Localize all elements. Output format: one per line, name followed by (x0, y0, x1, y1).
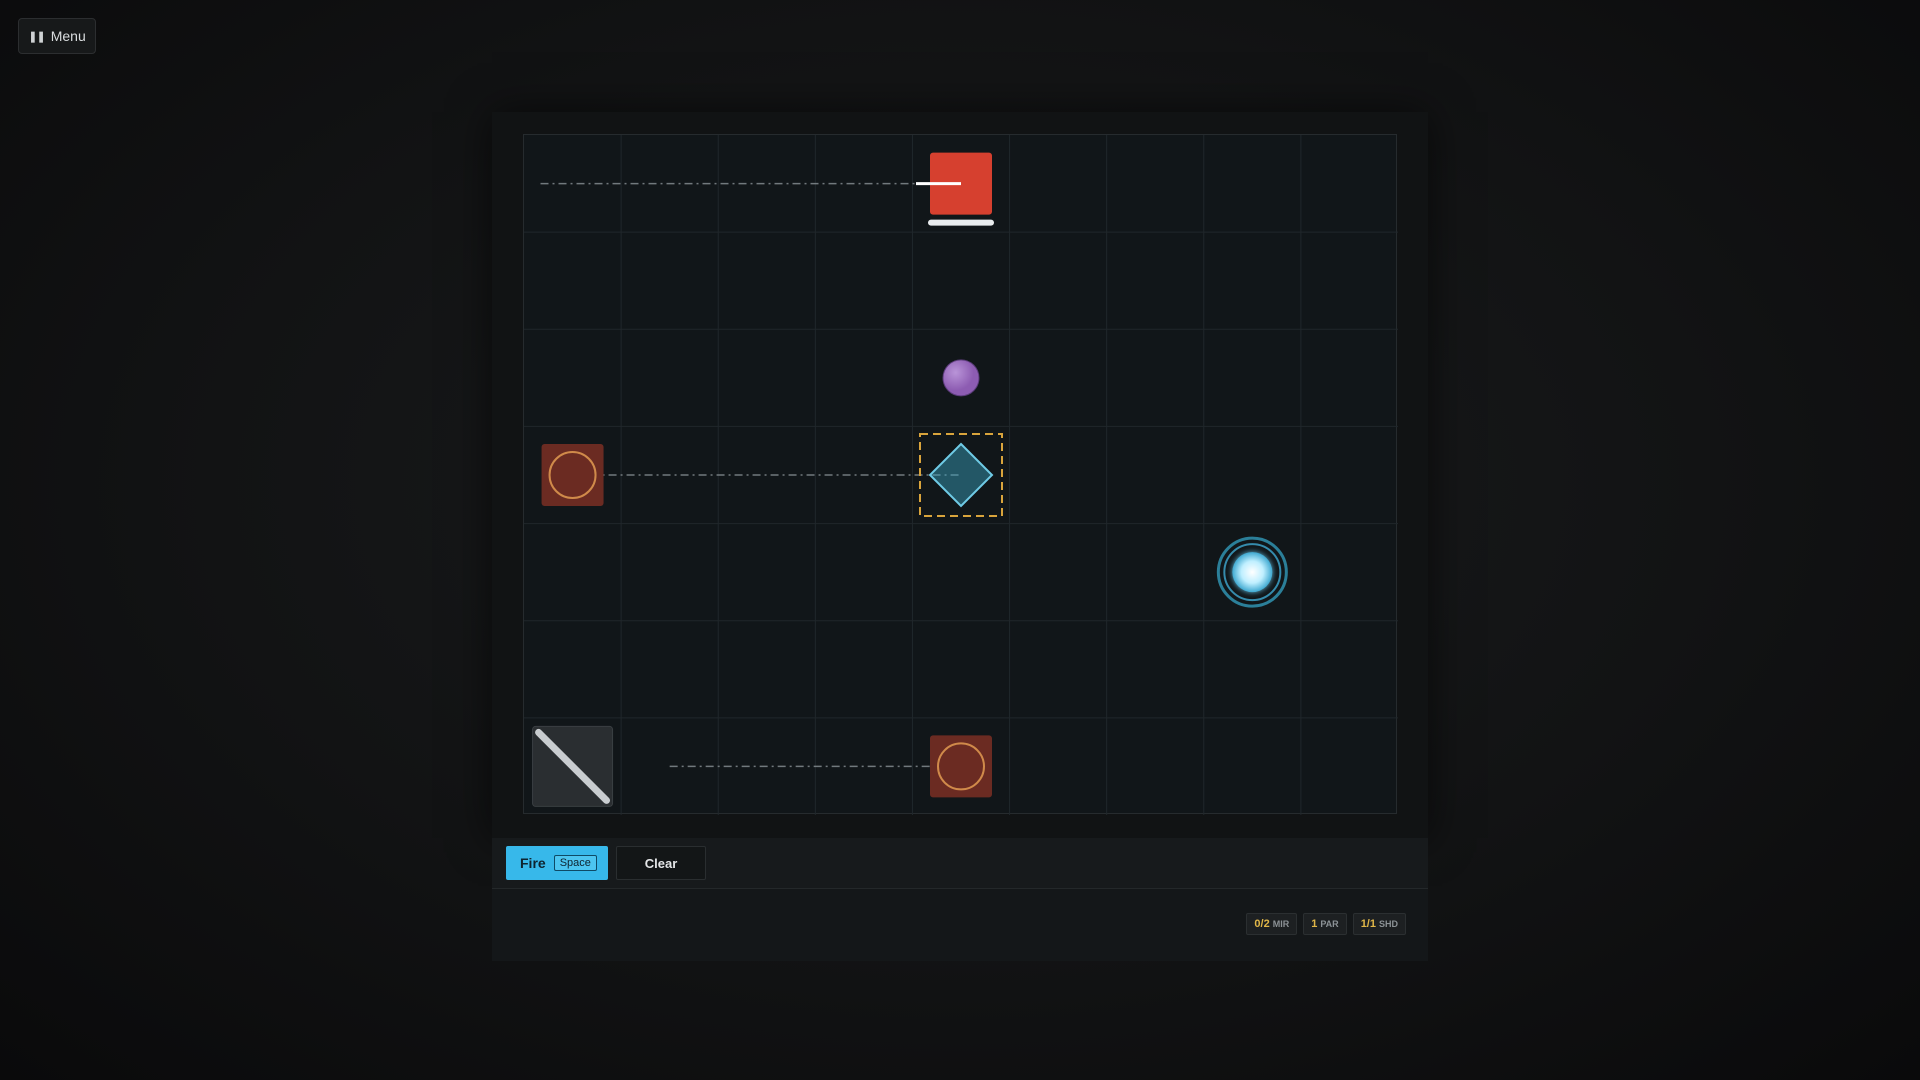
fire-shortcut-key: Space (553, 855, 597, 871)
board-canvas[interactable] (524, 135, 1398, 815)
receiver-body (930, 735, 992, 798)
menu-label: Menu (50, 28, 86, 44)
emitter-base (928, 219, 994, 226)
receiver-block (930, 735, 992, 798)
target-node (1216, 536, 1288, 608)
stat-mirrors-label: MIR (1272, 919, 1290, 929)
clear-button[interactable]: Clear (616, 846, 706, 880)
menu-button[interactable]: ❚❚ Menu (18, 18, 96, 54)
status-bar: 0/2 MIR 1 PAR 1/1 SHD (492, 889, 1428, 961)
stat-mirrors-value: 0/2 (1254, 918, 1270, 930)
stat-shields: 1/1 SHD (1352, 913, 1406, 935)
stat-mirrors: 0/2 MIR (1246, 913, 1298, 935)
stat-parallel-value: 1 (1311, 918, 1318, 930)
pause-icon: ❚❚ (28, 30, 45, 43)
fire-button[interactable]: Fire Space (506, 846, 608, 880)
target-core (1232, 552, 1273, 593)
beam-splitter (919, 433, 1003, 517)
stat-shields-value: 1/1 (1360, 918, 1376, 930)
stat-parallel: 1 PAR (1303, 913, 1347, 935)
emitter-block (916, 152, 994, 226)
fire-label: Fire (520, 855, 546, 871)
receiver-block (541, 444, 604, 506)
puzzle-board[interactable] (523, 134, 1398, 815)
action-toolbar: Fire Space Clear (492, 838, 1428, 889)
stat-shields-label: SHD (1378, 919, 1398, 929)
inventory-stats: 0/2 MIR 1 PAR 1/1 SHD (1246, 913, 1406, 935)
receiver-body (541, 444, 604, 506)
stat-parallel-label: PAR (1320, 919, 1339, 929)
mirror-piece (532, 725, 614, 807)
purple-orb (942, 359, 980, 397)
splitter-diamond (928, 442, 994, 508)
